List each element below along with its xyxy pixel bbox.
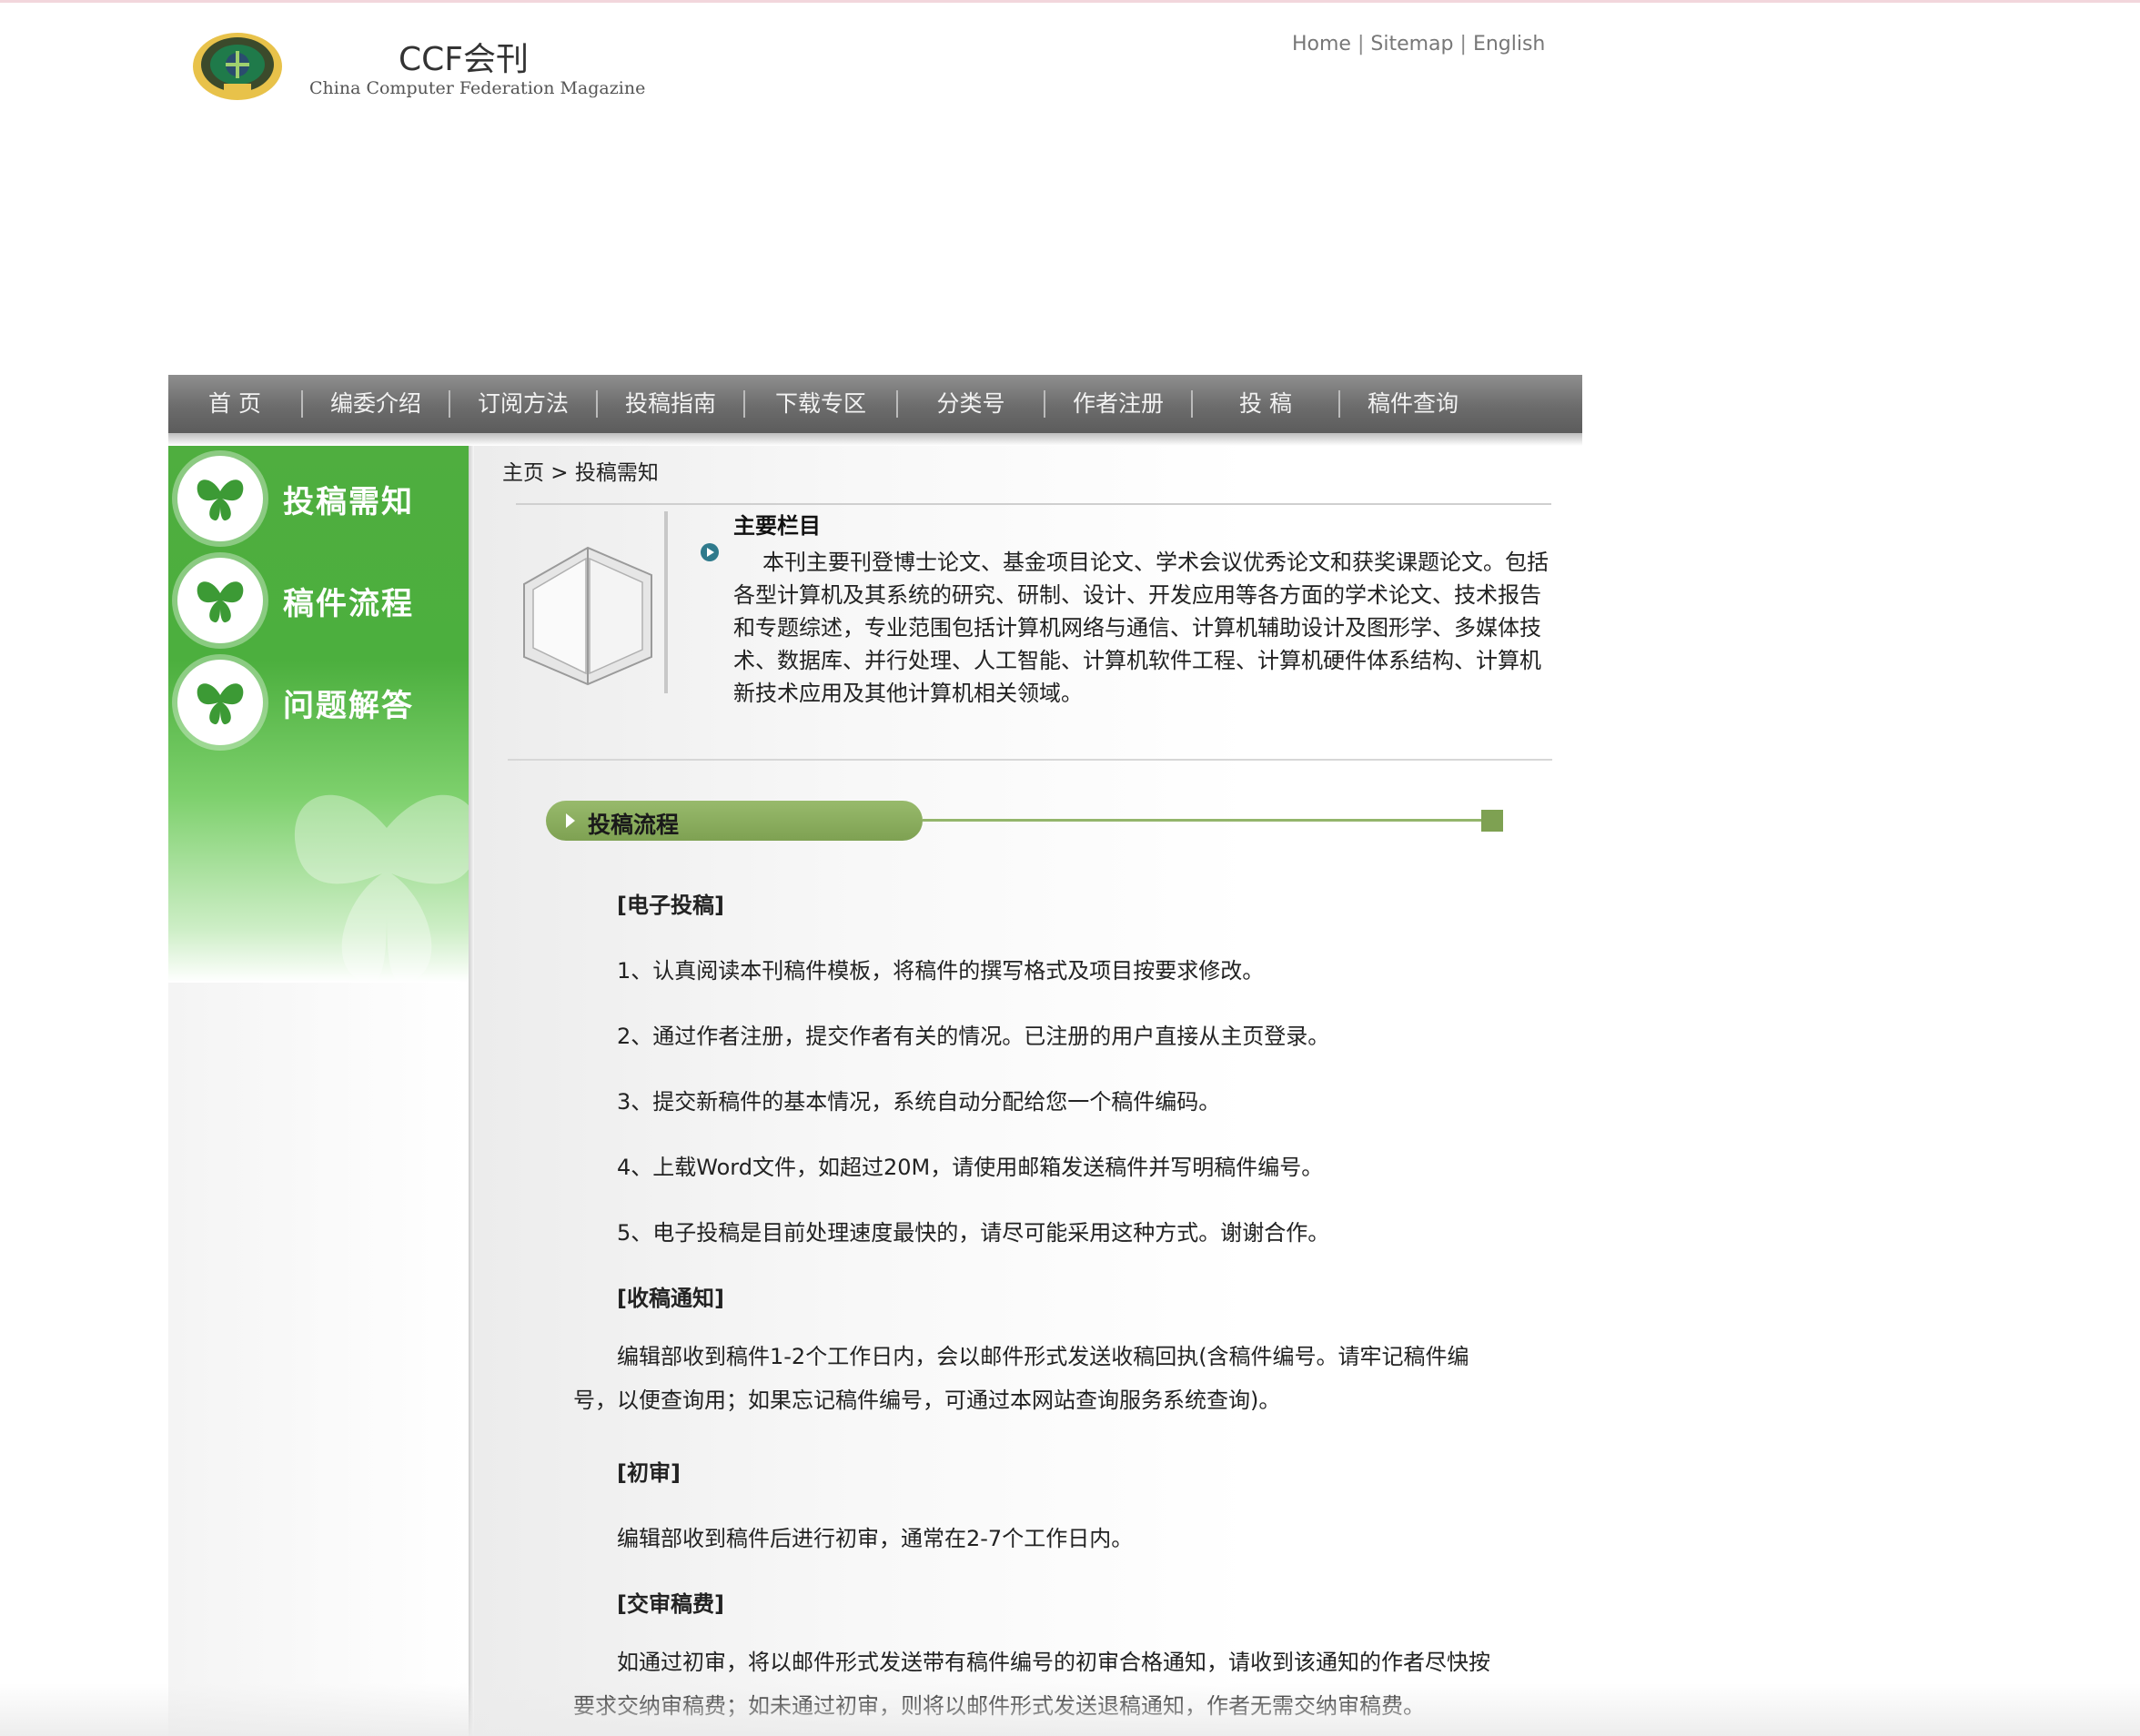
nav-home[interactable]: 首 页 xyxy=(168,375,301,433)
arrow-right-icon xyxy=(566,813,575,828)
butterfly-icon xyxy=(177,456,263,541)
breadcrumb: 主页 > 投稿需知 xyxy=(502,461,659,485)
divider xyxy=(516,503,1551,505)
home-link[interactable]: Home xyxy=(1292,33,1351,56)
sidebar-item-label: 问题解答 xyxy=(283,687,414,724)
sidebar-item-submission-notice[interactable]: 投稿需知 xyxy=(168,449,469,549)
receipt-heading: [收稿通知] xyxy=(617,1286,724,1311)
link-separator: | xyxy=(1357,33,1365,56)
sidebar-item-manuscript-process[interactable]: 稿件流程 xyxy=(168,550,469,651)
nav-submission-guide[interactable]: 投稿指南 xyxy=(598,375,743,433)
sidebar-gray-panel xyxy=(168,983,469,1736)
nav-classification[interactable]: 分类号 xyxy=(898,375,1044,433)
ccf-logo-icon[interactable] xyxy=(191,31,284,102)
step-3: 3、提交新稿件的基本情况，系统自动分配给您一个稿件编码。 xyxy=(617,1089,1221,1115)
receipt-text: 编辑部收到稿件1-2个工作日内，会以邮件形式发送收稿回执(含稿件编号。请牢记稿件… xyxy=(573,1344,1469,1413)
book-icon xyxy=(515,511,677,693)
nav-downloads[interactable]: 下载专区 xyxy=(745,375,896,433)
sidebar-item-label: 投稿需知 xyxy=(283,483,414,520)
butterfly-icon xyxy=(177,660,263,745)
sitemap-link[interactable]: Sitemap xyxy=(1370,33,1453,56)
electronic-heading: [电子投稿] xyxy=(617,893,724,918)
step-2: 2、通过作者注册，提交作者有关的情况。已注册的用户直接从主页登录。 xyxy=(617,1024,1330,1049)
step-1: 1、认真阅读本刊稿件模板，将稿件的撰写格式及项目按要求修改。 xyxy=(617,958,1265,984)
sidebar-item-faq[interactable]: 问题解答 xyxy=(168,652,469,752)
nav-editorial-board[interactable]: 编委介绍 xyxy=(303,375,449,433)
top-links: Home | Sitemap | English xyxy=(1292,33,1545,56)
process-header-line xyxy=(923,819,1483,822)
section-text: 本刊主要刊登博士论文、基金项目论文、学术会议优秀论文和获奖课题论文。包括各型计算… xyxy=(733,550,1549,706)
play-bullet-icon xyxy=(700,542,720,562)
site-header: CCF会刊 China Computer Federation Magazine… xyxy=(0,0,2140,373)
step-4: 4、上载Word文件，如超过20M，请使用邮箱发送稿件并写明稿件编号。 xyxy=(617,1155,1324,1180)
initial-review-heading: [初审] xyxy=(617,1460,681,1486)
step-5: 5、电子投稿是目前处理速度最快的，请尽可能采用这种方式。谢谢合作。 xyxy=(617,1220,1330,1246)
bottom-fade xyxy=(0,1683,2140,1736)
sidebar: 投稿需知 稿件流程 问题解答 xyxy=(168,446,479,1736)
site-title: CCF会刊 xyxy=(399,41,529,78)
section-title: 主要栏目 xyxy=(733,513,821,539)
site-subtitle: China Computer Federation Magazine xyxy=(309,78,646,98)
english-link[interactable]: English xyxy=(1473,33,1545,56)
sidebar-item-label: 稿件流程 xyxy=(283,585,414,622)
nav-author-register[interactable]: 作者注册 xyxy=(1045,375,1191,433)
square-icon xyxy=(1481,810,1503,832)
butterfly-icon xyxy=(177,558,263,643)
nav-manuscript-query[interactable]: 稿件查询 xyxy=(1340,375,1486,433)
nav-subscription[interactable]: 订阅方法 xyxy=(450,375,596,433)
main-nav: 首 页 编委介绍 订阅方法 投稿指南 下载专区 分类号 作者注册 投 稿 稿件查… xyxy=(168,375,1582,433)
link-separator: | xyxy=(1459,33,1467,56)
nav-submit[interactable]: 投 稿 xyxy=(1193,375,1338,433)
butterfly-icon xyxy=(287,773,487,995)
fee-heading: [交审稿费] xyxy=(617,1591,724,1617)
process-title: 投稿流程 xyxy=(588,812,680,838)
divider xyxy=(508,759,1552,761)
nav-shadow xyxy=(168,433,1582,446)
initial-review-text: 编辑部收到稿件后进行初审，通常在2-7个工作日内。 xyxy=(617,1526,1134,1551)
